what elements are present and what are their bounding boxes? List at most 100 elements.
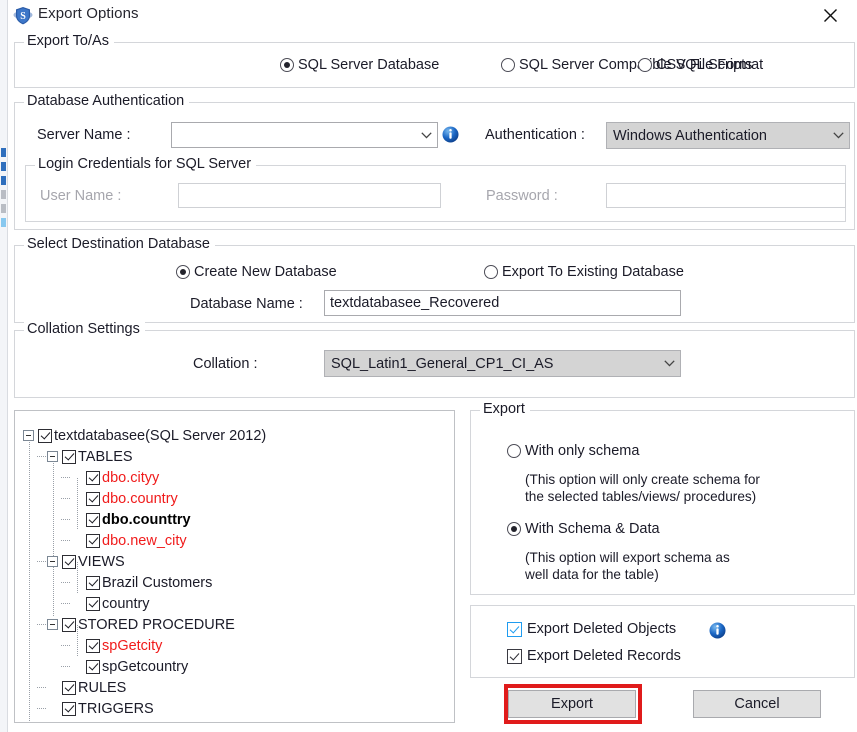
tree-connector [61, 540, 71, 541]
tree-item[interactable]: dbo.new_city [71, 530, 187, 551]
user-name-field[interactable] [178, 183, 441, 208]
tree-item[interactable]: RULES [47, 677, 126, 698]
database-name-field[interactable] [324, 290, 681, 316]
tree-checkbox[interactable] [62, 449, 76, 464]
login-credentials-title: Login Credentials for SQL Server [35, 156, 257, 172]
cancel-button[interactable]: Cancel [693, 690, 821, 718]
destination-database-title: Select Destination Database [24, 236, 215, 252]
export-mode-group: Export With only schema (This option wil… [470, 401, 855, 595]
radio-dot [638, 58, 652, 72]
tree-item[interactable]: dbo.cityy [71, 467, 159, 488]
tree-item[interactable]: STORED PROCEDURE [47, 614, 235, 635]
tree-item-label: dbo.country [102, 490, 178, 507]
tree-item-label: Brazil Customers [102, 574, 213, 591]
tree-item[interactable]: TABLES [47, 446, 133, 467]
tree-checkbox[interactable] [86, 659, 100, 674]
tree-connector [37, 624, 47, 625]
chevron-down-icon [827, 132, 849, 139]
destination-database-group: Select Destination Database Create New D… [14, 236, 855, 323]
authentication-label: Authentication : [485, 127, 585, 143]
tree-collapse-icon[interactable] [47, 556, 58, 567]
database-authentication-group: Database Authentication Server Name : Au… [14, 93, 855, 230]
server-name-label: Server Name : [37, 127, 131, 143]
tree-collapse-icon[interactable] [23, 430, 34, 441]
tree-item[interactable]: spGetcity [71, 635, 162, 656]
tree-checkbox[interactable] [62, 680, 76, 695]
object-tree[interactable]: textdatabasee(SQL Server 2012) TABLES dbo.… [14, 410, 455, 723]
tree-checkbox[interactable] [62, 554, 76, 569]
close-icon[interactable] [808, 0, 852, 31]
radio-dot [176, 265, 190, 279]
tree-item-label: STORED PROCEDURE [78, 616, 235, 633]
tree-item[interactable]: Brazil Customers [71, 572, 212, 593]
tree-checkbox[interactable] [62, 701, 76, 716]
tree-item[interactable]: VIEWS [47, 551, 125, 572]
password-field[interactable] [606, 183, 846, 208]
tree-connector [37, 687, 47, 688]
tree-checkbox[interactable] [86, 638, 100, 653]
tree-item-label: FUNCTIONS [78, 722, 163, 723]
tree-checkbox[interactable] [86, 491, 100, 506]
chevron-down-icon [658, 360, 680, 367]
radio-label: Create New Database [194, 264, 337, 280]
radio-dot [507, 522, 521, 536]
collation-label: Collation : [193, 356, 258, 372]
radio-dot [507, 444, 521, 458]
radio-label: CSV File Format [656, 57, 764, 73]
tree-checkbox[interactable] [38, 428, 52, 443]
schema-data-note: (This option will export schema as well … [525, 550, 730, 582]
tree-checkbox[interactable] [62, 723, 76, 724]
tree-item[interactable]: TRIGGERS [47, 698, 154, 719]
background-window-edge [0, 0, 7, 732]
export-deleted-objects-info-icon[interactable] [709, 622, 726, 639]
svg-text:S: S [20, 11, 26, 22]
server-name-combo[interactable] [171, 122, 438, 148]
tree-connector [53, 457, 54, 617]
tree-checkbox[interactable] [86, 596, 100, 611]
radio-sql-server-database[interactable]: SQL Server Database [280, 57, 439, 73]
tree-checkbox[interactable] [86, 512, 100, 527]
tree-item-label: spGetcountry [102, 658, 189, 675]
radio-export-to-existing-database[interactable]: Export To Existing Database [484, 264, 684, 280]
tree-item-label: country [102, 595, 150, 612]
login-credentials-group: Login Credentials for SQL Server User Na… [25, 156, 846, 222]
collation-combo[interactable]: SQL_Latin1_General_CP1_CI_AS [324, 350, 681, 377]
export-to-as-group: Export To/As SQL Server Database SQL Ser… [14, 33, 855, 88]
collation-settings-group: Collation Settings Collation : SQL_Latin… [14, 321, 855, 398]
tree-checkbox[interactable] [86, 575, 100, 590]
tree-item[interactable]: spGetcountry [71, 656, 188, 677]
schema-only-note: (This option will only create schema for… [525, 472, 760, 504]
tree-item[interactable]: textdatabasee(SQL Server 2012) [23, 425, 266, 446]
export-button[interactable]: Export [508, 690, 636, 718]
tree-item[interactable]: dbo.counttry [71, 509, 191, 530]
tree-checkbox[interactable] [62, 617, 76, 632]
deleted-options-group: Export Deleted Objects Export Deleted Re… [470, 605, 855, 678]
radio-csv-file-format[interactable]: CSV File Format [638, 57, 763, 73]
tree-checkbox[interactable] [86, 533, 100, 548]
tree-connector [61, 645, 71, 646]
radio-with-schema-and-data[interactable]: With Schema & Data [507, 521, 660, 537]
tree-checkbox[interactable] [86, 470, 100, 485]
collation-settings-title: Collation Settings [24, 321, 145, 337]
tree-item-label: textdatabasee(SQL Server 2012) [54, 427, 267, 444]
tree-connector [29, 436, 30, 722]
tree-item[interactable]: FUNCTIONS [47, 719, 163, 723]
tree-connector [61, 477, 71, 478]
tree-collapse-icon[interactable] [47, 619, 58, 630]
checkbox-export-deleted-objects[interactable]: Export Deleted Objects [507, 621, 676, 637]
radio-create-new-database[interactable]: Create New Database [176, 264, 337, 280]
tree-item[interactable]: dbo.country [71, 488, 178, 509]
tree-item-label: VIEWS [78, 553, 125, 570]
radio-with-only-schema[interactable]: With only schema [507, 443, 639, 459]
tree-collapse-icon[interactable] [47, 451, 58, 462]
tree-connector [61, 666, 71, 667]
tree-item[interactable]: country [71, 593, 150, 614]
server-name-info-icon[interactable] [442, 126, 459, 143]
database-name-label: Database Name : [190, 296, 303, 312]
authentication-combo[interactable]: Windows Authentication [606, 122, 850, 149]
checkbox-export-deleted-records[interactable]: Export Deleted Records [507, 648, 681, 664]
